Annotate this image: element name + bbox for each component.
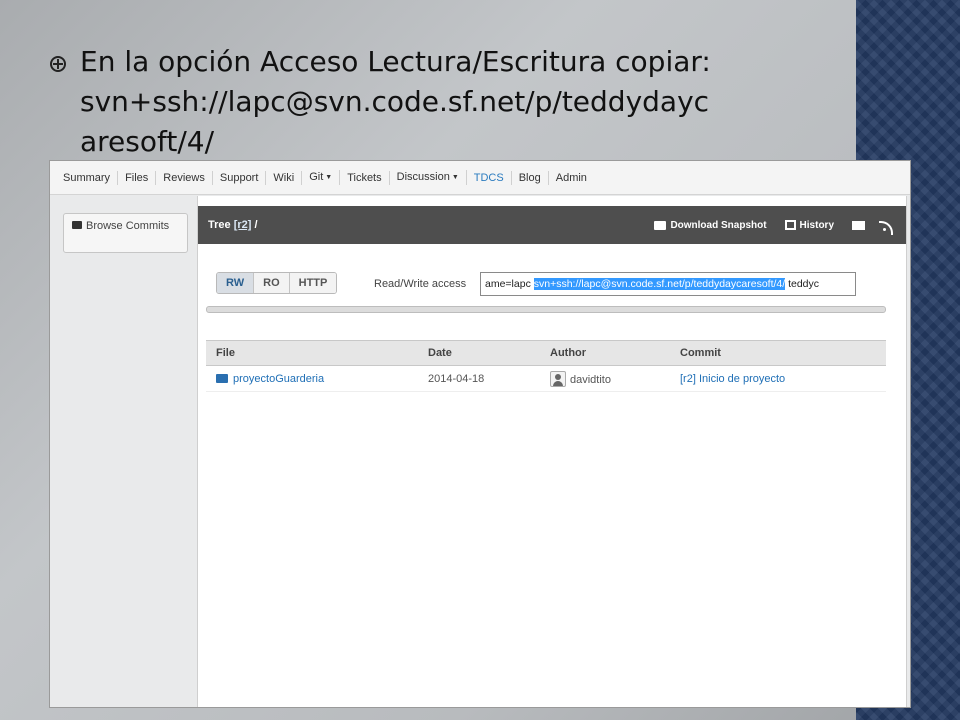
commit-link[interactable]: [r2] Inicio de proyecto <box>680 373 785 385</box>
tab-http[interactable]: HTTP <box>289 273 337 293</box>
file-cell[interactable]: proyectoGuarderia <box>206 365 418 392</box>
access-row: RW RO HTTP Read/Write access ame=lapc sv… <box>216 272 886 296</box>
nav-discussion-label: Discussion <box>396 171 450 184</box>
nav-wiki[interactable]: Wiki <box>266 170 303 185</box>
access-input-selected: svn+ssh://lapc@svn.code.sf.net/p/teddyda… <box>533 278 786 290</box>
folder-icon <box>72 221 82 229</box>
access-protocol-tabs: RW RO HTTP <box>216 272 338 294</box>
folder-icon <box>216 373 228 383</box>
tree-title-prefix: Tree <box>208 219 231 231</box>
access-input-prefix: ame=lapc <box>485 278 534 290</box>
history-icon <box>784 220 796 230</box>
embedded-screenshot: Summary Files Reviews Support Wiki Git ▼ … <box>49 160 911 708</box>
horizontal-scrollbar[interactable] <box>206 306 886 313</box>
revision-link[interactable]: [r2] <box>234 219 252 231</box>
caret-down-icon: ▼ <box>451 173 459 181</box>
nav-git[interactable]: Git ▼ <box>302 170 341 185</box>
bullet-icon <box>50 56 66 72</box>
nav-discussion[interactable]: Discussion ▼ <box>390 170 467 185</box>
browse-commits-label: Browse Commits <box>86 220 170 232</box>
nav-files[interactable]: Files <box>118 170 157 185</box>
mail-button[interactable] <box>852 220 865 230</box>
tree-titlebar: Tree [r2] / Download Snapshot History <box>198 206 906 244</box>
nav-summary[interactable]: Summary <box>56 170 119 185</box>
nav-reviews[interactable]: Reviews <box>156 170 213 185</box>
access-label: Read/Write access <box>374 278 467 290</box>
files-table: File Date Author Commit proyectoGuarderi… <box>206 340 886 392</box>
download-snapshot-button[interactable]: Download Snapshot <box>654 219 767 231</box>
slide-bullet: En la opción Acceso Lectura/Escritura co… <box>50 42 840 162</box>
access-input-suffix: teddyc <box>785 278 820 290</box>
tab-rw[interactable]: RW <box>217 273 255 293</box>
caret-down-icon: ▼ <box>325 173 333 181</box>
tree-title: Tree [r2] / <box>198 219 258 231</box>
header-file[interactable]: File <box>206 340 418 366</box>
nav-admin[interactable]: Admin <box>549 171 594 185</box>
rss-icon <box>879 220 894 235</box>
nav-tdcs[interactable]: TDCS <box>467 170 512 185</box>
main-panel: Tree [r2] / Download Snapshot History RW… <box>197 196 907 707</box>
bullet-text: En la opción Acceso Lectura/Escritura co… <box>80 45 711 158</box>
download-snapshot-label: Download Snapshot <box>670 219 767 231</box>
tab-ro[interactable]: RO <box>254 273 290 293</box>
nav-blog[interactable]: Blog <box>512 170 549 185</box>
table-header-row: File Date Author Commit <box>206 340 886 366</box>
table-row: proyectoGuarderia 2014-04-18 davidtito [… <box>206 365 886 392</box>
rss-button[interactable] <box>879 220 894 235</box>
avatar-icon <box>550 370 566 387</box>
nav-support[interactable]: Support <box>213 170 267 185</box>
author-name[interactable]: davidtito <box>570 374 611 386</box>
titlebar-actions: Download Snapshot History <box>654 219 906 235</box>
author-cell: davidtito <box>540 365 670 392</box>
file-link[interactable]: proyectoGuarderia <box>233 373 324 385</box>
history-button[interactable]: History <box>784 219 834 231</box>
header-commit[interactable]: Commit <box>670 340 886 366</box>
header-date[interactable]: Date <box>418 340 540 366</box>
nav-tickets[interactable]: Tickets <box>340 170 390 185</box>
commit-cell: [r2] Inicio de proyecto <box>670 365 886 392</box>
tree-path: / <box>254 219 258 231</box>
mail-icon <box>852 220 865 230</box>
header-author[interactable]: Author <box>540 340 670 366</box>
browse-commits-button[interactable]: Browse Commits <box>63 213 188 253</box>
folder-icon <box>654 220 667 230</box>
date-cell: 2014-04-18 <box>418 365 540 392</box>
left-sidebar: Browse Commits <box>50 196 196 707</box>
history-label: History <box>799 219 834 231</box>
nav-git-label: Git <box>309 171 324 184</box>
top-navigation: Summary Files Reviews Support Wiki Git ▼ … <box>50 161 910 195</box>
access-url-input[interactable]: ame=lapc svn+ssh://lapc@svn.code.sf.net/… <box>480 272 856 296</box>
